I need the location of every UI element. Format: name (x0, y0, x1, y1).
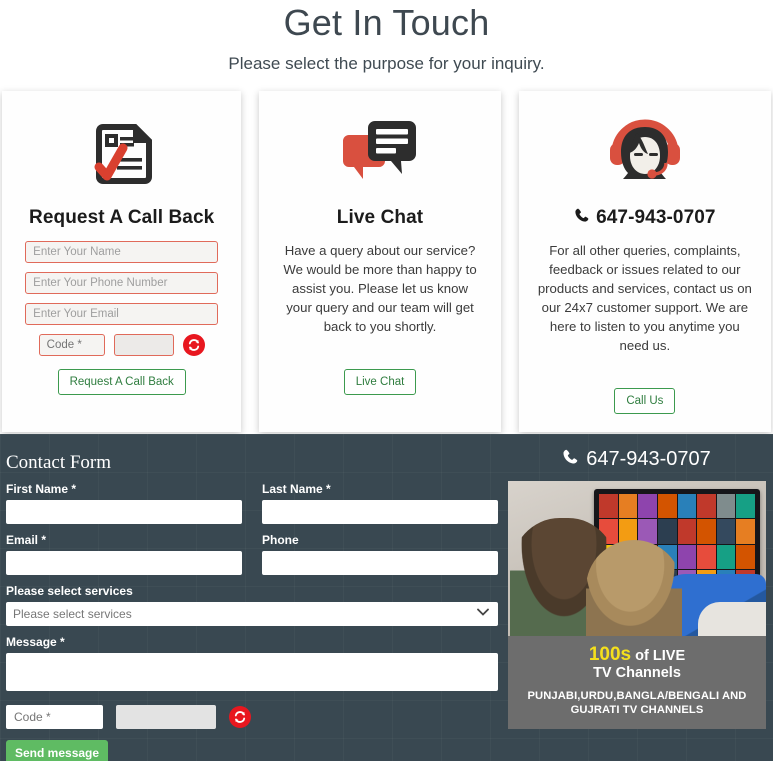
purpose-cards: Request A Call Back Request A Call Ba (0, 91, 773, 432)
phone-label: Phone (262, 533, 299, 547)
card-request-call-back[interactable]: Request A Call Back Request A Call Ba (2, 91, 242, 432)
phone-input[interactable] (262, 551, 498, 575)
sofa-arm (698, 602, 766, 636)
card-call-us[interactable]: 647-943-0707 For all other queries, comp… (518, 91, 771, 432)
page-subtitle: Please select the purpose for your inqui… (228, 54, 545, 73)
promo-caption-line3: PUNJABI,URDU,BANGLA/BENGALI AND GUJRATI … (527, 690, 747, 716)
captcha-row (25, 334, 218, 356)
refresh-icon[interactable] (182, 334, 205, 356)
form-captcha-row (6, 705, 498, 729)
call-us-button[interactable]: Call Us (614, 388, 676, 414)
headset-agent-icon (532, 109, 758, 195)
card-body-text: Have a query about our service? We would… (283, 243, 477, 334)
message-textarea[interactable] (6, 653, 498, 691)
card-live-chat[interactable]: Live Chat Have a query about our service… (259, 91, 501, 432)
phone-number: 647-943-0707 (596, 207, 716, 228)
form-captcha-image (116, 705, 216, 729)
send-message-button[interactable]: Send message (6, 740, 109, 761)
promo-caption-line1: 100s of LIVE TV Channels (514, 644, 760, 682)
message-label: Message * (6, 635, 65, 649)
email-input[interactable] (6, 551, 242, 575)
refresh-icon[interactable] (229, 706, 251, 728)
captcha-image (113, 334, 174, 356)
card-body-text: For all other queries, complaints, feedb… (537, 243, 752, 353)
first-name-input[interactable] (6, 500, 242, 524)
contact-form: Contact Form First Name * Last Name * Em… (0, 434, 508, 761)
promo-column: 647-943-0707 100s of LIVE TV Channels PU… (508, 434, 773, 761)
email-input[interactable] (25, 303, 219, 325)
promo-phone-number: 647-943-0707 (586, 448, 711, 470)
document-check-icon (15, 109, 228, 195)
promo-count-rest: of LIVE (631, 648, 686, 664)
first-name-label: First Name * (6, 482, 77, 496)
email-label: Email * (6, 533, 47, 547)
person-right (586, 540, 682, 636)
page-title: Get In Touch (283, 2, 490, 43)
last-name-input[interactable] (262, 500, 498, 524)
services-label: Please select services (6, 584, 133, 598)
card-title: Live Chat (336, 207, 424, 228)
phone-input[interactable] (25, 272, 219, 294)
name-input[interactable] (25, 241, 219, 263)
contact-form-heading: Contact Form (6, 452, 112, 473)
services-select[interactable]: Please select services (6, 602, 498, 626)
promo-phone[interactable]: 647-943-0707 (508, 448, 765, 471)
promo-caption-line2: TV Channels (593, 665, 681, 681)
chat-bubbles-icon (272, 109, 487, 195)
promo-caption: 100s of LIVE TV Channels PUNJABI,URDU,BA… (508, 636, 766, 729)
phone-icon (562, 448, 579, 471)
last-name-label: Last Name * (262, 482, 331, 496)
promo-count: 100s (588, 644, 632, 665)
captcha-code-input[interactable] (38, 334, 105, 356)
page-header: Get In Touch Please select the purpose f… (0, 0, 773, 74)
form-captcha-input[interactable] (6, 705, 103, 729)
contact-page: Get In Touch Please select the purpose f… (0, 0, 773, 761)
card-title: Request A Call Back (29, 207, 215, 228)
phone-icon (574, 207, 590, 229)
live-chat-button[interactable]: Live Chat (343, 369, 417, 395)
promo-banner[interactable]: 100s of LIVE TV Channels PUNJABI,URDU,BA… (508, 481, 766, 729)
request-call-back-button[interactable]: Request A Call Back (57, 369, 186, 395)
contact-form-section: Contact Form First Name * Last Name * Em… (0, 434, 773, 761)
card-title-phone: 647-943-0707 (532, 207, 758, 229)
couple-watching-tv-image (508, 481, 766, 636)
